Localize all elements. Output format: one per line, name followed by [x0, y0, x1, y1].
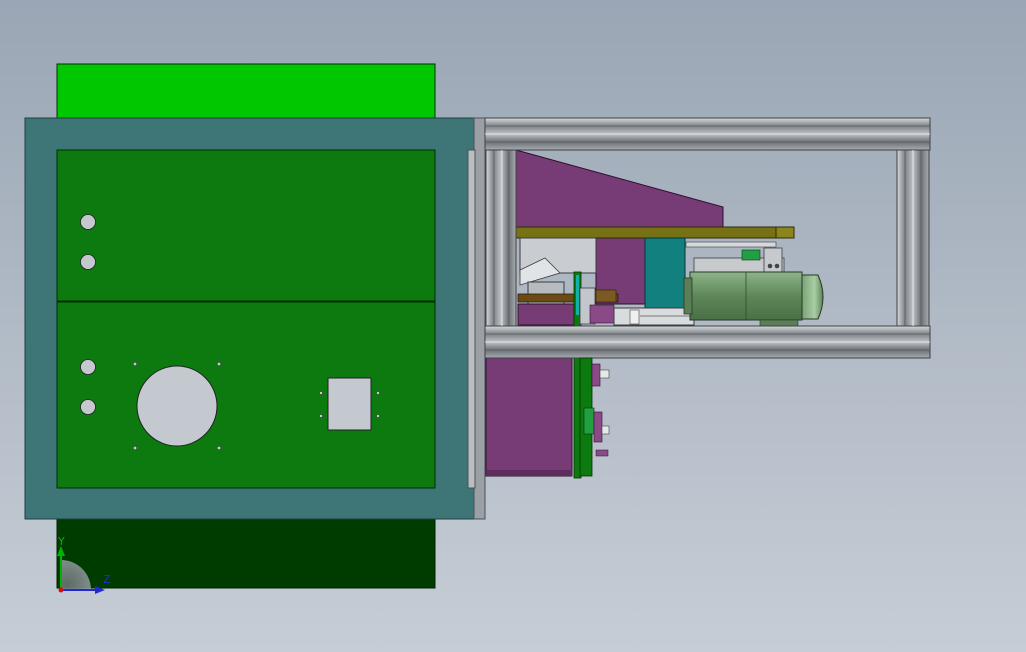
bottom-green-block[interactable]: [56, 518, 436, 589]
large-round-cutout[interactable]: [136, 365, 218, 447]
mounting-hole: [132, 445, 138, 451]
teal-block[interactable]: [644, 237, 686, 311]
motor-terminal-box[interactable]: [763, 247, 783, 273]
small-brown-block[interactable]: [595, 289, 617, 303]
terminal-screw: [774, 263, 780, 269]
purple-base[interactable]: [517, 303, 575, 326]
y-axis-label: Y: [57, 535, 65, 548]
green-plate-mid[interactable]: [583, 407, 595, 435]
top-green-block[interactable]: [56, 63, 436, 119]
screw-head: [601, 425, 610, 435]
motor-flange[interactable]: [683, 277, 693, 315]
purple-lower-box[interactable]: [485, 357, 573, 477]
triad-origin: [58, 587, 64, 593]
olive-shelf-end: [775, 226, 795, 239]
purple-bracket-lower-2[interactable]: [593, 411, 603, 443]
small-purple-block[interactable]: [589, 304, 615, 324]
screw-head: [599, 369, 610, 379]
motor-foot: [759, 319, 799, 327]
side-plate-inner[interactable]: [467, 149, 476, 489]
lower-green-panel[interactable]: [56, 301, 436, 489]
olive-shelf[interactable]: [515, 226, 795, 239]
aluminum-post-left[interactable]: [485, 149, 517, 327]
mounting-hole: [376, 391, 380, 395]
side-plate-outer[interactable]: [473, 117, 486, 520]
purple-sloped-housing[interactable]: [515, 149, 724, 229]
terminal-screw: [767, 263, 773, 269]
motor-mount-bar[interactable]: [685, 241, 777, 248]
teal-strip[interactable]: [576, 275, 579, 315]
panel-hole[interactable]: [80, 254, 96, 270]
green-coupling[interactable]: [741, 249, 761, 261]
motor-end-cap[interactable]: [801, 274, 824, 320]
z-axis-label: Z: [103, 573, 111, 586]
small-purple-tab: [595, 449, 609, 457]
panel-hole[interactable]: [80, 399, 96, 415]
mounting-hole: [216, 361, 222, 367]
upper-green-panel[interactable]: [56, 149, 436, 302]
mounting-hole: [319, 391, 323, 395]
cad-viewport[interactable]: Y Z: [0, 0, 1026, 652]
purple-lower-box-edge: [486, 470, 572, 476]
panel-hole[interactable]: [80, 214, 96, 230]
panel-hole[interactable]: [80, 359, 96, 375]
mounting-hole: [132, 361, 138, 367]
mounting-hole: [216, 445, 222, 451]
linear-guide[interactable]: [613, 307, 695, 326]
mounting-hole: [376, 414, 380, 418]
guide-knob[interactable]: [629, 309, 640, 325]
purple-bracket-lower[interactable]: [591, 363, 601, 387]
cad-model-scene[interactable]: Y Z: [0, 0, 1026, 652]
square-cutout[interactable]: [327, 377, 372, 431]
mounting-hole: [319, 414, 323, 418]
